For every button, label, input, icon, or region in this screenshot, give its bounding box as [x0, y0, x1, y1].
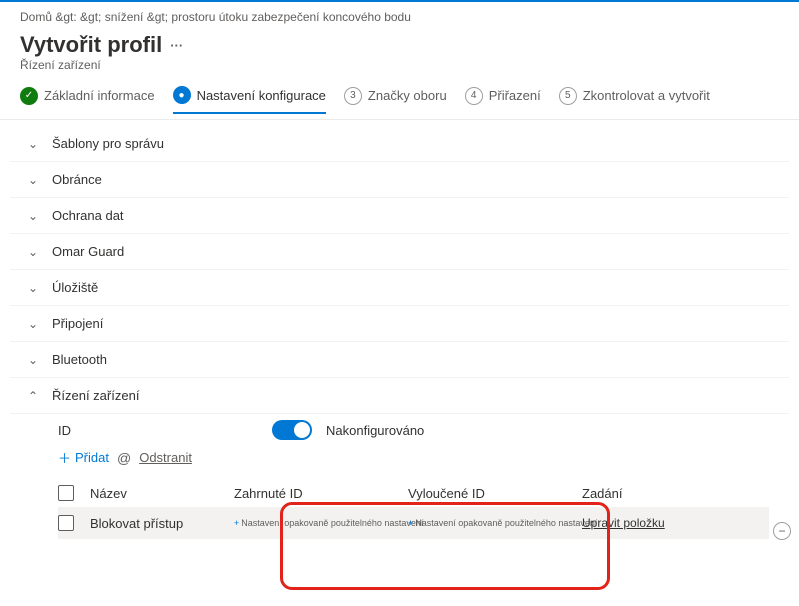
- configured-label: Nakonfigurováno: [326, 423, 424, 438]
- section-admin-templates[interactable]: ⌄ Šablony pro správu: [10, 126, 789, 162]
- step-label: Zkontrolovat a vytvořit: [583, 88, 710, 103]
- section-bluetooth[interactable]: ⌄ Bluetooth: [10, 342, 789, 378]
- chevron-down-icon: ⌄: [28, 353, 42, 367]
- section-label: Úložiště: [52, 280, 98, 295]
- table-header: Název Zahrnuté ID Vyloučené ID Zadání: [58, 479, 769, 507]
- step-assignments[interactable]: 4 Přiřazení: [465, 87, 541, 113]
- chevron-down-icon: ⌄: [28, 173, 42, 187]
- stepper: ✓ Základní informace ● Nastavení konfigu…: [0, 86, 799, 120]
- at-icon: @: [117, 450, 131, 466]
- section-label: Bluetooth: [52, 352, 107, 367]
- page-title-text: Vytvořit profil: [20, 32, 162, 58]
- section-storage[interactable]: ⌄ Úložiště: [10, 270, 789, 306]
- section-label: Ochrana dat: [52, 208, 124, 223]
- step-label: Značky oboru: [368, 88, 447, 103]
- section-label: Šablony pro správu: [52, 136, 164, 151]
- configured-toggle[interactable]: [272, 420, 312, 440]
- col-name: Název: [90, 486, 230, 501]
- breadcrumb[interactable]: Domů &gt: &gt; snížení &gt; prostoru úto…: [0, 2, 799, 28]
- chevron-up-icon: ⌃: [28, 389, 42, 403]
- step-number-icon: 3: [344, 87, 362, 105]
- page-subtitle: Řízení zařízení: [0, 58, 799, 86]
- section-label: Omar Guard: [52, 244, 124, 259]
- excluded-id-link[interactable]: Nastavení opakovaně použitelného nastave…: [408, 518, 578, 528]
- id-table: Název Zahrnuté ID Vyloučené ID Zadání Bl…: [58, 479, 769, 539]
- remove-button[interactable]: Odstranit: [139, 450, 192, 465]
- section-connectivity[interactable]: ⌄ Připojení: [10, 306, 789, 342]
- col-included-id: Zahrnuté ID: [234, 486, 404, 501]
- step-scope-tags[interactable]: 3 Značky oboru: [344, 87, 447, 113]
- chevron-down-icon: ⌄: [28, 281, 42, 295]
- step-number-icon: ●: [173, 86, 191, 104]
- chevron-down-icon: ⌄: [28, 137, 42, 151]
- section-defender[interactable]: ⌄ Obránce: [10, 162, 789, 198]
- step-number-icon: 4: [465, 87, 483, 105]
- row-checkbox[interactable]: [58, 515, 74, 531]
- step-basics[interactable]: ✓ Základní informace: [20, 87, 155, 113]
- more-icon[interactable]: ···: [170, 38, 183, 53]
- col-excluded-id: Vyloučené ID: [408, 486, 578, 501]
- step-label: Základní informace: [44, 88, 155, 103]
- page-title: Vytvořit profil ···: [0, 28, 799, 58]
- step-label: Nastavení konfigurace: [197, 88, 326, 103]
- select-all-checkbox[interactable]: [58, 485, 74, 501]
- chevron-down-icon: ⌄: [28, 245, 42, 259]
- step-number-icon: 5: [559, 87, 577, 105]
- section-omar-guard[interactable]: ⌄ Omar Guard: [10, 234, 789, 270]
- included-id-link[interactable]: Nastavení opakovaně použitelného nastave…: [234, 518, 404, 528]
- step-config[interactable]: ● Nastavení konfigurace: [173, 86, 326, 114]
- step-review[interactable]: 5 Zkontrolovat a vytvořit: [559, 87, 710, 113]
- chevron-down-icon: ⌄: [28, 317, 42, 331]
- cell-name: Blokovat přístup: [90, 516, 230, 531]
- step-label: Přiřazení: [489, 88, 541, 103]
- remove-row-icon[interactable]: −: [773, 522, 791, 540]
- section-label: Připojení: [52, 316, 103, 331]
- settings-sections: ⌄ Šablony pro správu ⌄ Obránce ⌄ Ochrana…: [0, 126, 799, 559]
- section-data-protection[interactable]: ⌄ Ochrana dat: [10, 198, 789, 234]
- chevron-down-icon: ⌄: [28, 209, 42, 223]
- table-row[interactable]: Blokovat přístup Nastavení opakovaně pou…: [58, 507, 769, 539]
- section-device-control[interactable]: ⌃ Řízení zařízení: [10, 378, 789, 414]
- section-label: Řízení zařízení: [52, 388, 139, 403]
- id-label: ID: [58, 423, 258, 438]
- device-control-body: ID Nakonfigurováno ＋ Přidat @ Odstranit …: [10, 414, 789, 559]
- add-label: Přidat: [75, 450, 109, 465]
- plus-icon: ＋: [58, 448, 71, 467]
- add-button[interactable]: ＋ Přidat: [58, 448, 109, 467]
- col-entry: Zadání: [582, 486, 702, 501]
- edit-item-link[interactable]: Upravit položku: [582, 516, 702, 530]
- check-icon: ✓: [20, 87, 38, 105]
- section-label: Obránce: [52, 172, 102, 187]
